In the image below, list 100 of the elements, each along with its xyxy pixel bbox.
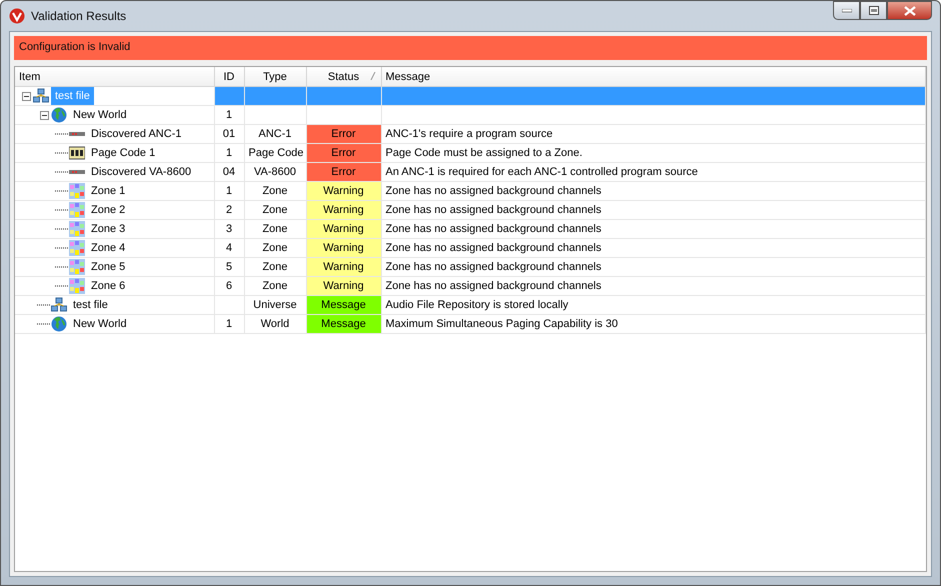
type-cell: Universe bbox=[244, 296, 306, 314]
tree-row[interactable]: Zone 5 5 Zone Warning Zone has no assigned background channels bbox=[15, 258, 926, 276]
id-cell: 1 bbox=[214, 314, 244, 334]
maximize-icon bbox=[868, 6, 878, 15]
tree-line bbox=[55, 133, 69, 135]
tree-row[interactable]: Zone 4 4 Zone Warning Zone has no assigned background channels bbox=[15, 238, 926, 258]
type-cell: Zone bbox=[244, 238, 306, 258]
item-label: Zone 6 bbox=[90, 279, 126, 294]
id-cell: 6 bbox=[214, 276, 244, 296]
close-button[interactable] bbox=[887, 1, 932, 20]
message-cell: Zone has no assigned background channels bbox=[381, 182, 926, 200]
tree-line bbox=[55, 266, 69, 268]
status-cell: Warning bbox=[306, 276, 381, 296]
tree-row[interactable]: New World 1 bbox=[15, 106, 926, 124]
type-cell: Zone bbox=[244, 276, 306, 296]
message-cell: Zone has no assigned background channels bbox=[381, 220, 926, 238]
id-cell bbox=[214, 86, 244, 106]
message-cell: Maximum Simultaneous Paging Capability is 30 bbox=[381, 314, 926, 334]
tree-line bbox=[55, 190, 69, 192]
sort-icon bbox=[370, 72, 376, 80]
column-header[interactable]: Message bbox=[381, 67, 926, 86]
id-cell: 3 bbox=[214, 220, 244, 238]
tree-row[interactable]: Zone 3 3 Zone Warning Zone has no assigned background channels bbox=[15, 220, 926, 238]
type-cell: Zone bbox=[244, 258, 306, 276]
id-cell bbox=[214, 296, 244, 314]
id-cell: 2 bbox=[214, 200, 244, 220]
id-cell: 01 bbox=[214, 124, 244, 144]
network-icon bbox=[51, 297, 67, 313]
tree-row[interactable]: Discovered ANC-1 01 ANC-1 Error ANC-1's require a program source bbox=[15, 124, 926, 144]
type-cell: ANC-1 bbox=[244, 124, 306, 144]
maximize-button[interactable] bbox=[860, 1, 887, 20]
message-cell: An ANC-1 is required for each ANC-1 controlled program source bbox=[381, 162, 926, 182]
status-cell: Warning bbox=[306, 182, 381, 200]
column-header[interactable]: Item bbox=[15, 67, 214, 86]
status-cell: Error bbox=[306, 124, 381, 144]
tree-row[interactable]: Zone 6 6 Zone Warning Zone has no assigned background channels bbox=[15, 276, 926, 296]
id-cell: 5 bbox=[214, 258, 244, 276]
tree-row[interactable]: Zone 2 2 Zone Warning Zone has no assigned background channels bbox=[15, 200, 926, 220]
id-cell: 1 bbox=[214, 106, 244, 124]
item-label: test file bbox=[72, 298, 109, 313]
network-icon bbox=[33, 88, 49, 104]
item-label: New World bbox=[72, 317, 128, 332]
item-label: Zone 1 bbox=[90, 184, 126, 199]
close-icon bbox=[904, 6, 916, 16]
status-cell: Warning bbox=[306, 258, 381, 276]
item-label: New World bbox=[72, 108, 128, 123]
zone-icon bbox=[69, 183, 85, 199]
minimize-icon bbox=[842, 8, 852, 12]
message-cell: Zone has no assigned background channels bbox=[381, 258, 926, 276]
column-header[interactable]: Status bbox=[306, 67, 381, 86]
collapse-toggle-icon[interactable] bbox=[22, 92, 30, 100]
type-cell bbox=[244, 86, 306, 106]
status-cell: Error bbox=[306, 144, 381, 162]
zone-icon bbox=[69, 278, 85, 294]
tree-line bbox=[37, 304, 51, 306]
collapse-toggle-icon[interactable] bbox=[40, 110, 48, 120]
item-label: Zone 5 bbox=[90, 260, 126, 275]
app-logo-icon bbox=[9, 8, 25, 24]
tree-row[interactable]: Page Code 1 1 Page Code Error Page Code must be assigned to a Zone. bbox=[15, 144, 926, 162]
window-title: Validation Results bbox=[31, 9, 128, 23]
globe-icon bbox=[51, 316, 67, 332]
type-cell: World bbox=[244, 314, 306, 334]
id-cell: 4 bbox=[214, 238, 244, 258]
column-header[interactable]: ID bbox=[214, 67, 244, 86]
message-cell: Page Code must be assigned to a Zone. bbox=[381, 144, 926, 162]
tree-row[interactable]: New World 1 World Message Maximum Simultaneous Paging Capability is 30 bbox=[15, 314, 926, 334]
status-cell: Error bbox=[306, 162, 381, 182]
message-cell: Zone has no assigned background channels bbox=[381, 276, 926, 296]
message-cell: Zone has no assigned background channels bbox=[381, 200, 926, 220]
type-cell: Zone bbox=[244, 220, 306, 238]
zone-icon bbox=[69, 240, 85, 256]
item-label: Zone 4 bbox=[90, 241, 126, 256]
tree-line bbox=[55, 209, 69, 211]
item-label: Discovered VA-8600 bbox=[90, 165, 192, 180]
tree-row[interactable]: Zone 1 1 Zone Warning Zone has no assigned background channels bbox=[15, 182, 926, 200]
status-cell: Message bbox=[306, 296, 381, 314]
tree-row[interactable]: test file Universe Message Audio File Repository is stored locally bbox=[15, 296, 926, 314]
tree-line bbox=[55, 152, 69, 154]
minimize-button[interactable] bbox=[833, 1, 860, 20]
tree-line bbox=[55, 228, 69, 230]
type-cell bbox=[244, 106, 306, 124]
tree-line bbox=[55, 171, 69, 173]
item-label: Page Code 1 bbox=[90, 146, 156, 161]
column-header[interactable]: Type bbox=[244, 67, 306, 86]
error-banner: Configuration is Invalid bbox=[14, 36, 927, 60]
message-cell: Zone has no assigned background channels bbox=[381, 238, 926, 258]
zone-icon bbox=[69, 202, 85, 218]
id-cell: 1 bbox=[214, 144, 244, 162]
tree-line bbox=[55, 247, 69, 249]
page-code-icon bbox=[69, 145, 85, 161]
status-cell: Warning bbox=[306, 238, 381, 258]
item-label: Zone 2 bbox=[90, 203, 126, 218]
tree-row[interactable]: Discovered VA-8600 04 VA-8600 Error An ANC-1 is required for each ANC-1 controlled program source bbox=[15, 162, 926, 182]
type-cell: VA-8600 bbox=[244, 162, 306, 182]
item-label: Zone 3 bbox=[90, 222, 126, 237]
id-cell: 04 bbox=[214, 162, 244, 182]
type-cell: Zone bbox=[244, 182, 306, 200]
type-cell: Page Code bbox=[244, 144, 306, 162]
zone-icon bbox=[69, 221, 85, 237]
message-cell: ANC-1's require a program source bbox=[381, 124, 926, 144]
